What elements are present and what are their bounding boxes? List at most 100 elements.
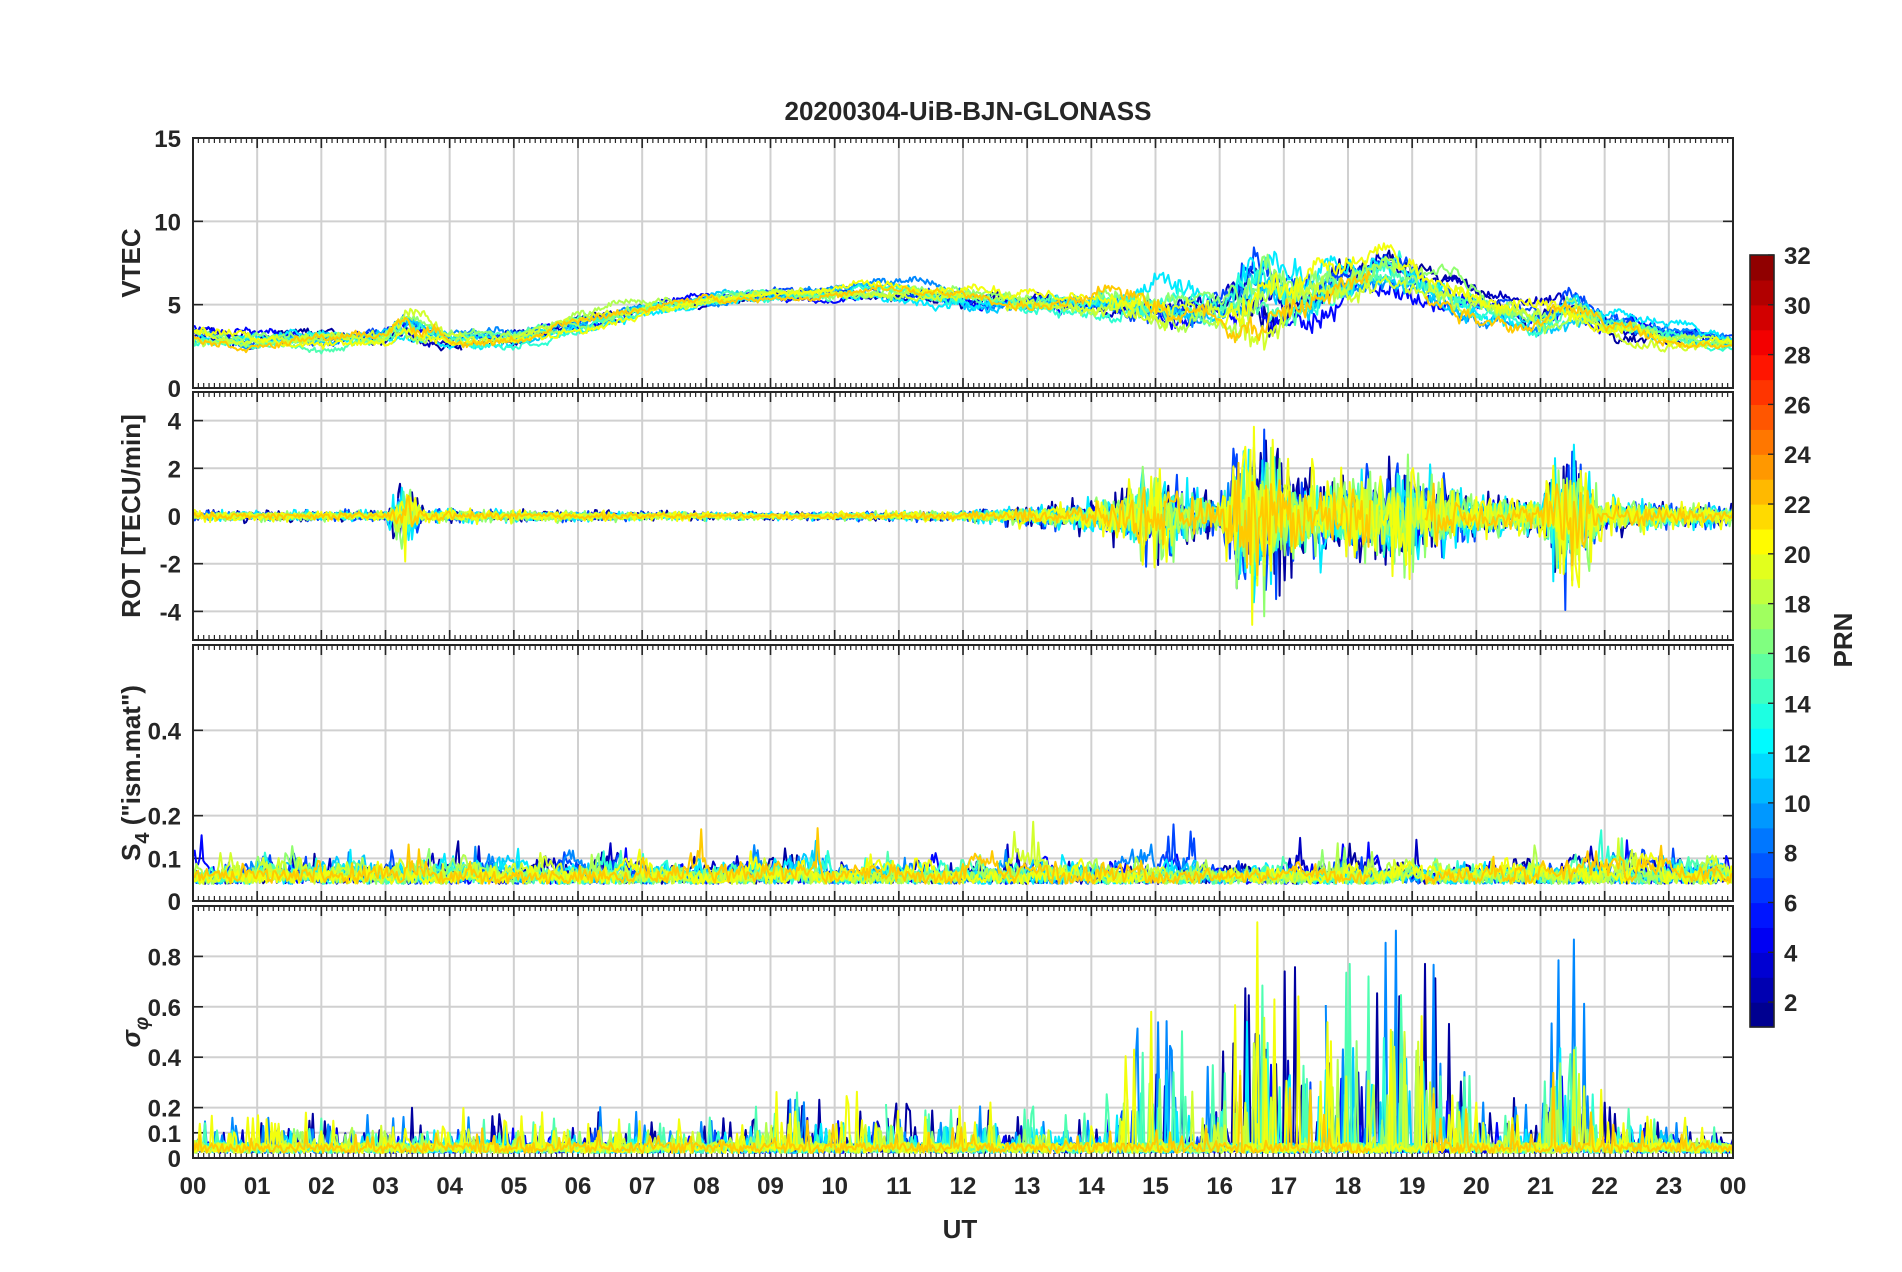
y-axis-label: S4 ("ism.mat")	[116, 685, 154, 861]
y-tick-label: -2	[160, 552, 181, 579]
colorbar-band	[1750, 454, 1774, 480]
x-tick-label: 20	[1463, 1173, 1490, 1200]
colorbar-tick-label: 12	[1784, 741, 1811, 768]
x-tick-label: 22	[1591, 1173, 1618, 1200]
y-axis-label: VTEC	[116, 228, 146, 298]
x-tick-label: 21	[1527, 1173, 1554, 1200]
colorbar-band	[1750, 304, 1774, 331]
x-axis-label: UT	[943, 1214, 978, 1244]
colorbar: 2468101214161820222426283032	[1749, 243, 1811, 1028]
colorbar-band	[1750, 653, 1774, 679]
x-tick-label: 17	[1270, 1173, 1297, 1200]
colorbar-band	[1750, 977, 1774, 1003]
colorbar-tick-label: 18	[1784, 592, 1811, 619]
y-tick-label: 0	[168, 504, 181, 531]
colorbar-band	[1750, 927, 1774, 953]
panel-s4: 0 0.1 0.2 0.4S4 ("ism.mat")	[116, 644, 1734, 916]
y-tick-label: -4	[160, 599, 182, 626]
y-tick-label: 0.1	[148, 1121, 181, 1148]
colorbar-tick-label: 16	[1784, 641, 1811, 668]
x-tick-label: 10	[821, 1173, 848, 1200]
x-tick-label: 02	[308, 1173, 335, 1200]
x-tick-label: 06	[565, 1173, 592, 1200]
x-tick-label: 18	[1335, 1173, 1362, 1200]
x-tick-label: 04	[436, 1173, 463, 1200]
y-tick-label: 10	[154, 209, 181, 236]
colorbar-band	[1750, 852, 1774, 879]
x-tick-label: 15	[1142, 1173, 1169, 1200]
colorbar-band	[1750, 777, 1774, 804]
colorbar-tick-label: 32	[1784, 243, 1811, 270]
colorbar-band	[1750, 1002, 1774, 1028]
x-tick-label: 01	[244, 1173, 271, 1200]
colorbar-band	[1750, 802, 1774, 829]
x-tick-label: 09	[757, 1173, 784, 1200]
colorbar-band	[1750, 553, 1774, 580]
colorbar-tick-label: 24	[1784, 442, 1811, 469]
y-axis-label: σφ	[116, 1017, 153, 1048]
colorbar-label: PRN	[1828, 613, 1858, 668]
x-tick-label: 11	[886, 1173, 911, 1200]
colorbar-band	[1750, 703, 1774, 729]
colorbar-band	[1750, 404, 1774, 430]
x-tick-label: 08	[693, 1173, 720, 1200]
panels: 051015VTEC-4-2024ROT [TECU/min]00.10.20.…	[116, 126, 1746, 1200]
y-tick-label: 0.1	[148, 846, 181, 873]
x-tick-label: 05	[500, 1173, 527, 1200]
x-tick-label: 03	[372, 1173, 399, 1200]
x-tick-label: 13	[1014, 1173, 1041, 1200]
colorbar-band	[1750, 354, 1774, 381]
colorbar-tick-label: 30	[1784, 293, 1811, 320]
x-tick-label: 00	[180, 1173, 207, 1200]
colorbar-band	[1750, 255, 1774, 281]
colorbar-band	[1750, 578, 1774, 605]
colorbar-band	[1750, 504, 1774, 530]
y-tick-label: 2	[168, 456, 181, 483]
colorbar-tick-label: 2	[1784, 990, 1797, 1017]
colorbar-band	[1750, 952, 1774, 978]
colorbar-tick-label: 26	[1784, 392, 1811, 419]
colorbar-tick-label: 22	[1784, 492, 1811, 519]
colorbar-tick-label: 6	[1784, 890, 1797, 917]
y-axis-label: ROT [TECU/min]	[116, 414, 146, 618]
y-tick-label: 5	[168, 293, 181, 320]
colorbar-tick-label: 14	[1784, 691, 1811, 718]
colorbar-band	[1750, 753, 1774, 779]
colorbar-band	[1750, 479, 1774, 505]
x-tick-label: 14	[1078, 1173, 1105, 1200]
y-tick-label: 0.2	[148, 804, 181, 831]
colorbar-band	[1750, 379, 1774, 406]
colorbar-band	[1750, 429, 1774, 455]
y-tick-label: 0	[168, 1146, 181, 1173]
x-tick-label: 16	[1206, 1173, 1233, 1200]
panel-sigma_phi: 00.10.20.40.60.8σφ00 01 02 03 04 05 06 07 08 09 10…	[116, 905, 1747, 1200]
panel-rot: -4 -2 0 2 4 ROT [TECU/min]	[116, 391, 1734, 641]
colorbar-band	[1750, 902, 1774, 928]
x-tick-label: 12	[950, 1173, 977, 1200]
colorbar-band	[1750, 728, 1774, 754]
x-tick-label: 00	[1720, 1173, 1747, 1200]
y-tick-label: 0.4	[148, 718, 182, 745]
colorbar-band	[1750, 603, 1774, 630]
y-tick-label: 0.2	[148, 1096, 181, 1123]
y-tick-label: 0.4	[148, 1045, 182, 1072]
colorbar-band	[1750, 528, 1774, 555]
x-tick-label: 07	[629, 1173, 656, 1200]
figure: 20200304-UiB-BJN-GLONASS 051015VTEC-4-20…	[116, 96, 1858, 1244]
colorbar-tick-label: 8	[1784, 841, 1797, 868]
colorbar-tick-label: 4	[1784, 940, 1798, 967]
colorbar-band	[1750, 827, 1774, 854]
y-tick-label: 0	[168, 889, 181, 916]
y-tick-label: 15	[154, 126, 181, 153]
x-tick-label: 23	[1655, 1173, 1682, 1200]
colorbar-band	[1750, 279, 1774, 306]
colorbar-tick-label: 20	[1784, 542, 1811, 569]
chart-title: 20200304-UiB-BJN-GLONASS	[784, 96, 1151, 126]
colorbar-band	[1750, 329, 1774, 356]
panel-vtec: 0 5 10 15 VTEC	[116, 126, 1734, 403]
y-tick-label: 0	[168, 376, 181, 403]
y-tick-label: 4	[168, 409, 182, 436]
x-tick-label: 19	[1399, 1173, 1426, 1200]
colorbar-tick-label: 10	[1784, 791, 1811, 818]
colorbar-tick-label: 28	[1784, 343, 1811, 370]
